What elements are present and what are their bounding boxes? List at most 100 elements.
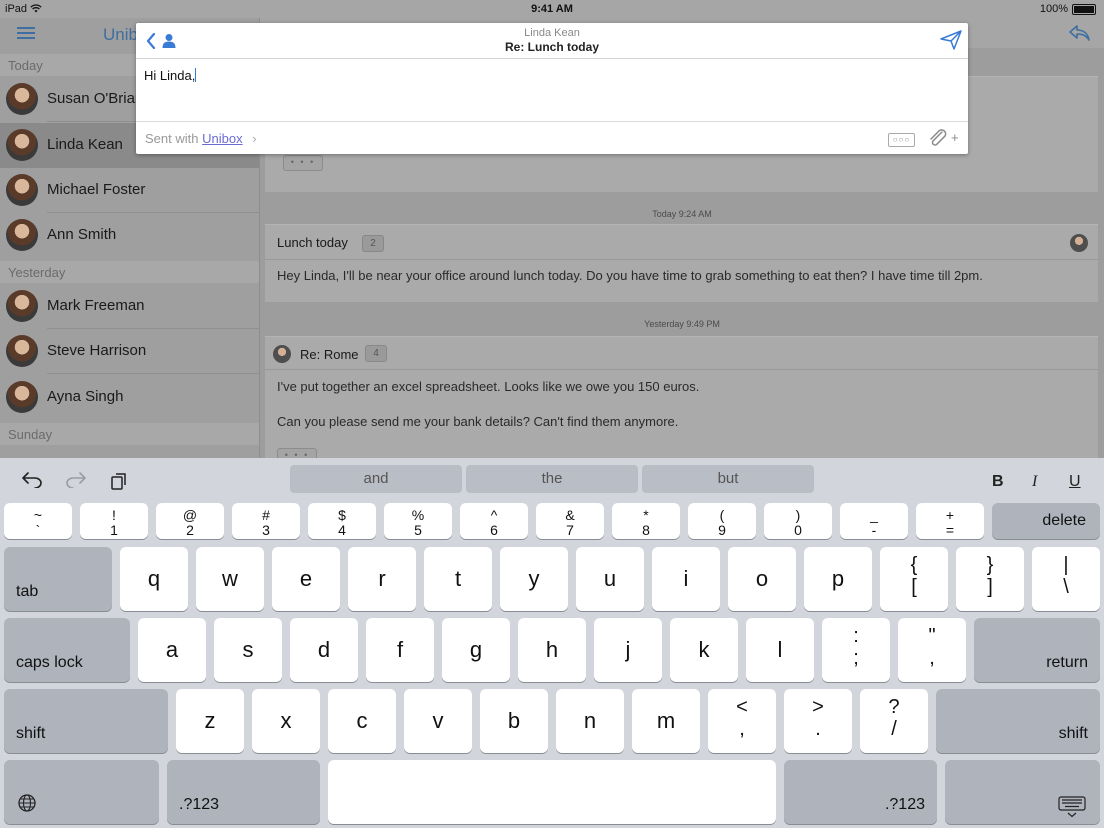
add-attachment-button[interactable]: + — [951, 130, 959, 145]
key-j[interactable]: j — [594, 618, 662, 682]
keyboard-shortcut-bar: and the but B I U — [0, 458, 1104, 501]
shift-key-right[interactable]: shift — [936, 689, 1100, 753]
key-i[interactable]: i — [652, 547, 720, 611]
show-quoted-button[interactable]: • • • — [277, 448, 317, 458]
key-u[interactable]: u — [576, 547, 644, 611]
keyboard-dismiss-icon — [1058, 796, 1086, 818]
hide-keyboard-key[interactable] — [945, 760, 1100, 824]
undo-icon[interactable] — [22, 472, 42, 488]
return-key[interactable]: return — [974, 618, 1100, 682]
message-card[interactable]: Re: Rome 4 I've put together an excel sp… — [265, 336, 1098, 458]
delete-key[interactable]: delete — [992, 503, 1100, 539]
redo-icon[interactable] — [66, 472, 86, 488]
key-n[interactable]: n — [556, 689, 624, 753]
key-greater-than[interactable]: >. — [784, 689, 852, 753]
key-c[interactable]: c — [328, 689, 396, 753]
contact-item[interactable]: Mark Freeman — [0, 284, 259, 329]
compose-footer: Sent with Unibox › ○○○ + — [136, 121, 968, 155]
tab-key[interactable]: tab — [4, 547, 112, 611]
key-d[interactable]: d — [290, 618, 358, 682]
key-z[interactable]: z — [176, 689, 244, 753]
more-options-button[interactable]: ○○○ — [888, 133, 915, 147]
compose-subject[interactable]: Re: Lunch today — [136, 40, 968, 54]
menu-icon[interactable] — [17, 27, 35, 39]
key-7[interactable]: & 7 — [536, 503, 604, 539]
key-r[interactable]: r — [348, 547, 416, 611]
suggestion-the[interactable]: the — [466, 465, 638, 493]
chevron-right-icon: › — [252, 131, 257, 146]
key-o[interactable]: o — [728, 547, 796, 611]
text-caret — [195, 68, 197, 82]
key-q[interactable]: q — [120, 547, 188, 611]
key-w[interactable]: w — [196, 547, 264, 611]
key-b[interactable]: b — [480, 689, 548, 753]
key-p[interactable]: p — [804, 547, 872, 611]
suggestion-and[interactable]: and — [290, 465, 462, 493]
contact-name: Susan O'Brian — [47, 90, 144, 107]
key-e[interactable]: e — [272, 547, 340, 611]
caps-lock-key[interactable]: caps lock — [4, 618, 130, 682]
key-m[interactable]: m — [632, 689, 700, 753]
shift-key-left[interactable]: shift — [4, 689, 168, 753]
key-quote[interactable]: ", — [898, 618, 966, 682]
key-minus[interactable]: _ - — [840, 503, 908, 539]
key-a[interactable]: a — [138, 618, 206, 682]
key-brace-left[interactable]: {[ — [880, 547, 948, 611]
key-less-than[interactable]: <, — [708, 689, 776, 753]
key-y[interactable]: y — [500, 547, 568, 611]
key-k[interactable]: k — [670, 618, 738, 682]
key-l[interactable]: l — [746, 618, 814, 682]
contact-item[interactable]: Ayna Singh — [0, 375, 259, 420]
compose-body-editor[interactable]: Hi Linda, — [144, 68, 197, 83]
space-bar[interactable] — [328, 760, 776, 824]
reply-icon[interactable] — [1068, 24, 1090, 42]
key-v[interactable]: v — [404, 689, 472, 753]
clock: 9:41 AM — [531, 3, 573, 15]
key-f[interactable]: f — [366, 618, 434, 682]
key-5[interactable]: % 5 — [384, 503, 452, 539]
key-8[interactable]: * 8 — [612, 503, 680, 539]
key-x[interactable]: x — [252, 689, 320, 753]
contact-item[interactable]: Michael Foster — [0, 168, 259, 213]
paste-icon[interactable] — [110, 472, 128, 490]
numbers-key-right[interactable]: .?123 — [784, 760, 937, 824]
contact-item[interactable]: Steve Harrison — [0, 329, 259, 374]
message-body: Hey Linda, I'll be near your office arou… — [277, 268, 983, 283]
suggestion-but[interactable]: but — [642, 465, 814, 493]
key-semicolon[interactable]: :; — [822, 618, 890, 682]
key-0[interactable]: ) 0 — [764, 503, 832, 539]
key-9[interactable]: (9 — [688, 503, 756, 539]
paperclip-icon[interactable] — [928, 129, 948, 147]
compose-recipient[interactable]: Linda Kean — [136, 27, 968, 39]
underline-button[interactable]: U — [1069, 473, 1081, 491]
show-quoted-button[interactable]: • • • — [283, 155, 323, 171]
signature-link[interactable]: Unibox — [202, 131, 242, 146]
key-equals[interactable]: + = — [916, 503, 984, 539]
timestamp: Today 9:24 AM — [652, 209, 712, 219]
key-backtick[interactable]: ~ ` — [4, 503, 72, 539]
key-6[interactable]: ^ 6 — [460, 503, 528, 539]
numbers-key-left[interactable]: .?123 — [167, 760, 320, 824]
signature[interactable]: Sent with Unibox › — [145, 131, 257, 146]
avatar — [6, 335, 38, 367]
send-icon[interactable] — [940, 30, 962, 50]
key-4[interactable]: $4 — [308, 503, 376, 539]
key-brace-right[interactable]: }] — [956, 547, 1024, 611]
bold-button[interactable]: B — [992, 473, 1004, 491]
key-h[interactable]: h — [518, 618, 586, 682]
italic-button[interactable]: I — [1032, 473, 1037, 491]
message-card[interactable]: Lunch today 2 Hey Linda, I'll be near yo… — [265, 224, 1098, 302]
globe-key[interactable] — [4, 760, 159, 824]
key-1[interactable]: ! 1 — [80, 503, 148, 539]
key-question[interactable]: ? / — [860, 689, 928, 753]
avatar — [6, 290, 38, 322]
key-s[interactable]: s — [214, 618, 282, 682]
globe-icon — [18, 794, 36, 812]
thread-count-badge: 4 — [365, 345, 387, 362]
key-3[interactable]: #3 — [232, 503, 300, 539]
key-pipe[interactable]: | \ — [1032, 547, 1100, 611]
key-g[interactable]: g — [442, 618, 510, 682]
contact-item[interactable]: Ann Smith — [0, 213, 259, 258]
key-t[interactable]: t — [424, 547, 492, 611]
key-2[interactable]: @2 — [156, 503, 224, 539]
